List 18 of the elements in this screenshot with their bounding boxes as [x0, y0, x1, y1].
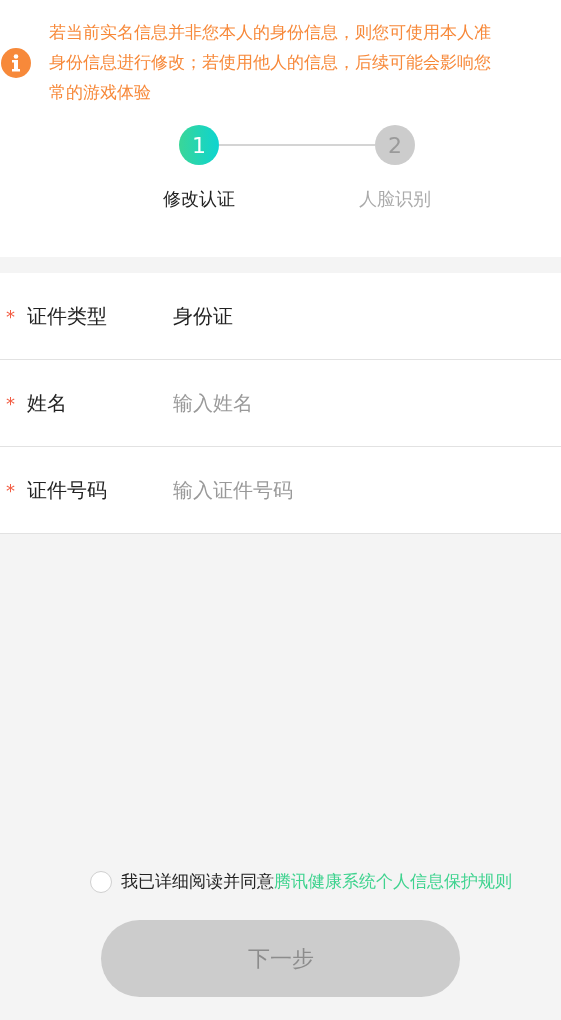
notice-text: 常的游戏体验	[49, 82, 152, 104]
checkbox[interactable]	[89, 870, 112, 893]
step-circle: 1	[179, 125, 219, 165]
required-mark: *	[5, 479, 16, 501]
policy-link[interactable]: 腾讯健康系统个人信息保护规则	[273, 871, 512, 891]
step-label: 人脸识别	[358, 187, 432, 211]
field-label: 证件号码	[27, 476, 108, 504]
required-mark: *	[5, 392, 16, 414]
input-field[interactable]: 输入姓名	[173, 391, 561, 415]
input-field[interactable]: 身份证	[173, 304, 561, 328]
notice-text: 身份信息进行修改；若使用他人的信息，后续可能会影响您	[49, 52, 492, 74]
agreement-text: 我已详细阅读并同意腾讯健康系统个人信息保护规则	[120, 870, 512, 893]
notice-text: 若当前实名信息并非您本人的身份信息，则您可使用本人准	[49, 22, 492, 44]
field-label: 姓名	[27, 389, 68, 417]
required-mark: *	[5, 305, 16, 327]
step-label: 修改认证	[162, 187, 236, 211]
field-label: 证件类型	[27, 302, 108, 330]
input-field[interactable]: 输入证件号码	[173, 478, 561, 502]
